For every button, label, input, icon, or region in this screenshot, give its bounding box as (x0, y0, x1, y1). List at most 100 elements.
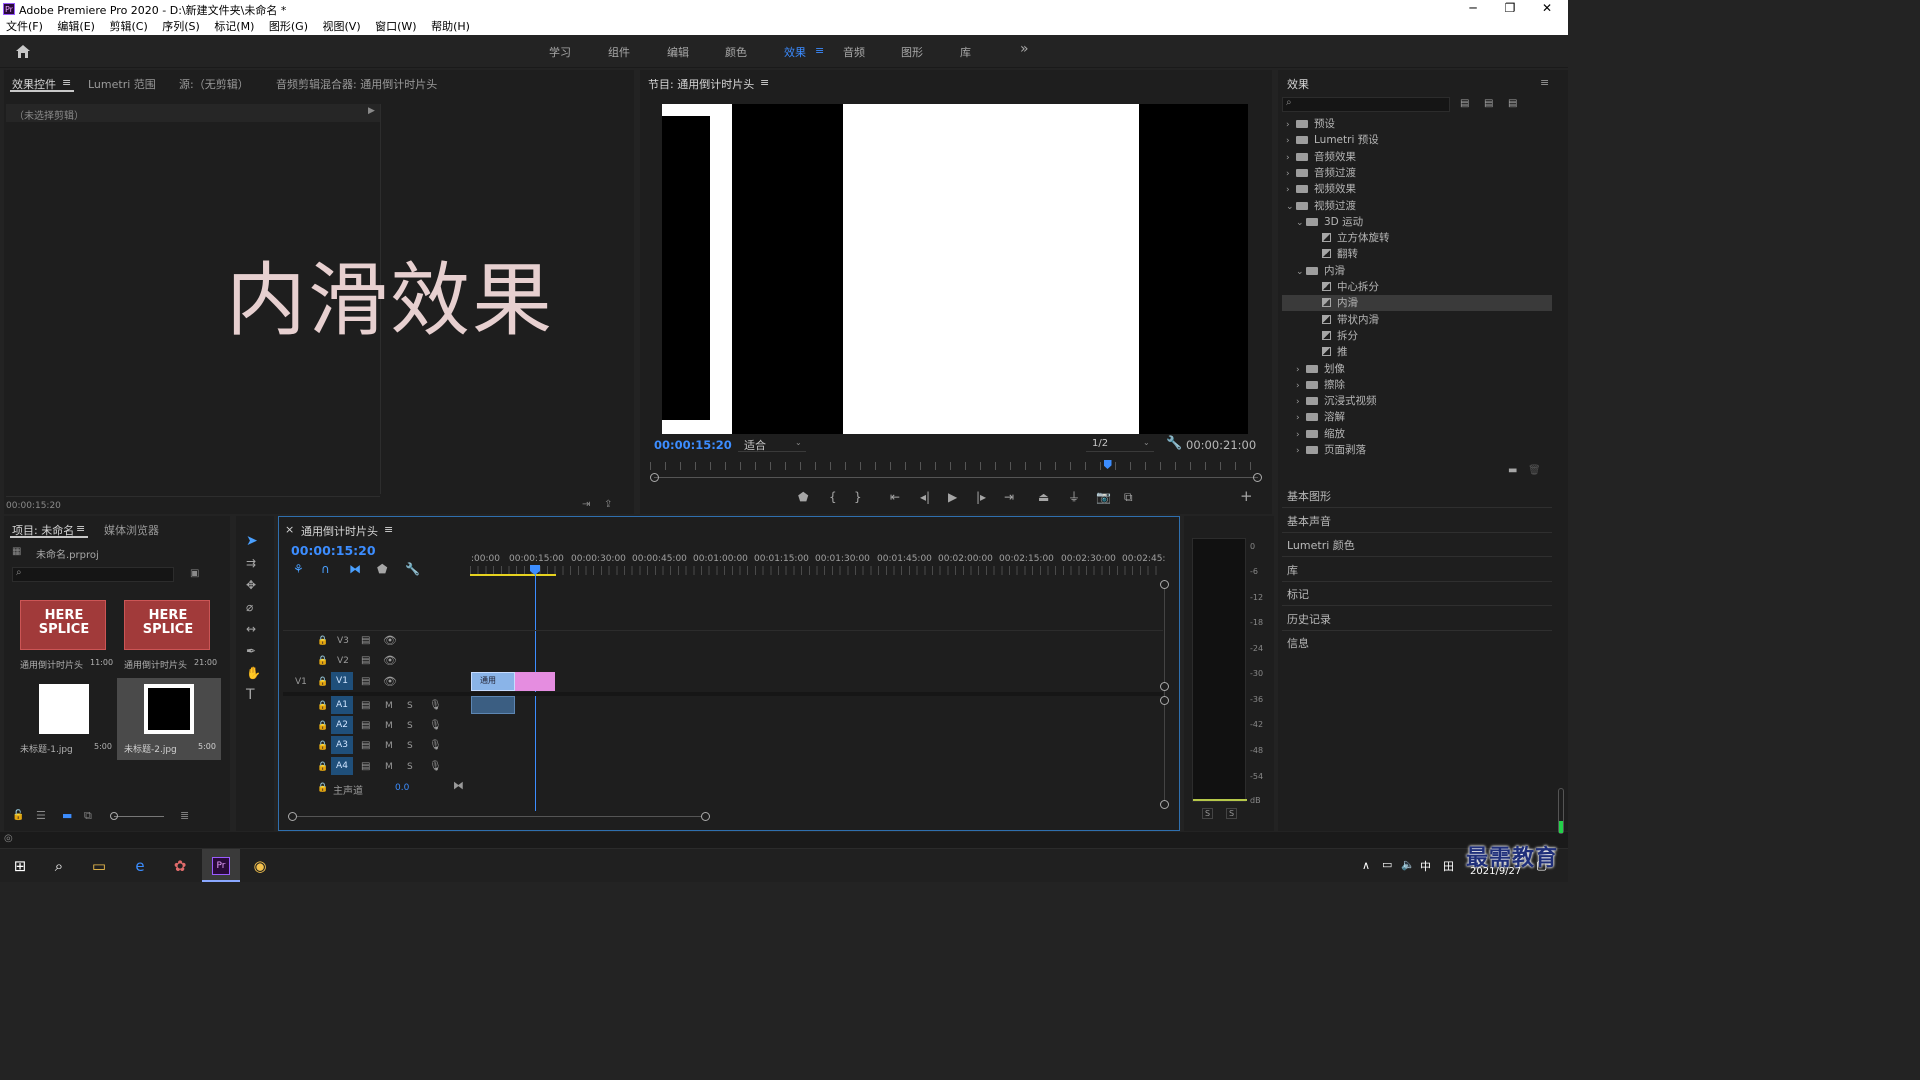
chevron-right-icon[interactable]: › (1296, 427, 1306, 443)
chrome-browser-icon[interactable]: ◉ (250, 856, 270, 876)
effect-item[interactable]: 翻转 (1282, 246, 1552, 262)
timeline-sequence-tab[interactable]: 通用倒计时片头 (301, 523, 378, 539)
effect-item[interactable]: 带状内滑 (1282, 312, 1552, 328)
workspace-libraries[interactable]: 库 (960, 44, 971, 60)
file-explorer-icon[interactable]: ▭ (89, 856, 109, 876)
chevron-right-icon[interactable]: › (1286, 133, 1296, 149)
volume-icon[interactable]: 🔈 (1401, 858, 1415, 871)
wrench-icon[interactable]: 🔧 (1166, 436, 1182, 451)
delete-icon[interactable]: 🗑 (1528, 464, 1541, 478)
paint-app-icon[interactable]: ✿ (170, 856, 190, 876)
fit-dropdown[interactable]: 适合 ⌄ (738, 436, 806, 452)
chevron-right-icon[interactable]: › (1286, 117, 1296, 133)
microphone-icon[interactable]: 🎙 (429, 761, 442, 772)
search-icon[interactable]: ⌕ (49, 856, 69, 876)
new-bin-icon[interactable]: ▬ (1508, 464, 1517, 478)
premiere-taskbar-button[interactable]: Pr (202, 849, 240, 882)
zoom-bar[interactable] (654, 477, 1258, 478)
go-to-out-icon[interactable]: ⇥ (1004, 490, 1014, 504)
panel-essential-graphics[interactable]: 基本图形 (1287, 488, 1331, 504)
home-icon[interactable] (15, 44, 31, 59)
workspace-assembly[interactable]: 组件 (608, 44, 630, 60)
effect-item[interactable]: 推 (1282, 344, 1552, 360)
chevron-right-icon[interactable]: › (1286, 150, 1296, 166)
selection-tool-icon[interactable]: ➤ (246, 534, 258, 548)
program-menu-icon[interactable]: ≡ (760, 76, 769, 89)
work-area-bar[interactable] (470, 574, 556, 576)
razor-tool-icon[interactable]: ⌀ (246, 600, 253, 614)
tab-menu-icon[interactable]: ≡ (62, 76, 71, 89)
video-clip[interactable]: 通用 (471, 672, 515, 691)
panel-markers[interactable]: 标记 (1287, 586, 1309, 602)
minimize-button[interactable]: ─ (1458, 1, 1488, 15)
effect-item[interactable]: 中心拆分 (1282, 279, 1552, 295)
effect-folder[interactable]: ⌄ 视频过渡 (1282, 198, 1552, 214)
export-frame-icon[interactable]: 📷 (1096, 490, 1111, 504)
sync-lock-icon[interactable]: ▤ (361, 740, 370, 751)
edge-browser-icon[interactable]: e (130, 856, 150, 876)
step-forward-icon[interactable]: |▸ (976, 490, 986, 504)
track-lock-icon[interactable]: 🔒 (317, 656, 328, 666)
horizontal-scrollbar[interactable] (292, 816, 706, 817)
solo-button[interactable]: S (407, 762, 413, 772)
ripple-edit-tool-icon[interactable]: ✥ (246, 578, 256, 592)
chevron-right-icon[interactable]: › (1286, 166, 1296, 182)
microphone-icon[interactable]: 🎙 (429, 700, 442, 711)
project-item-selected[interactable]: 未标题-2.jpg 5:00 (117, 678, 221, 760)
project-item[interactable]: HERE SPLICE 通用倒计时片头 11:00 (16, 596, 113, 680)
effects-menu-icon[interactable]: ≡ (1540, 76, 1549, 89)
snap-icon[interactable]: ∩ (321, 562, 330, 576)
track-lock-icon[interactable]: 🔒 (317, 701, 328, 711)
step-back-icon[interactable]: ◂| (920, 490, 930, 504)
effect-folder[interactable]: › 视频效果 (1282, 181, 1552, 197)
menu-file[interactable]: 文件(F) (6, 18, 43, 35)
project-item[interactable]: 未标题-1.jpg 5:00 (16, 680, 112, 760)
freeform-view-icon[interactable]: ⧉ (84, 809, 92, 823)
scroll-handle[interactable] (1160, 580, 1169, 589)
effect-folder[interactable]: › 划像 (1282, 361, 1552, 377)
sync-lock-icon[interactable]: ▤ (361, 700, 370, 711)
tab-audio-clip-mixer[interactable]: 音频剪辑混合器: 通用倒计时片头 (276, 76, 437, 92)
timeline-settings-wrench-icon[interactable]: 🔧 (405, 562, 420, 576)
tab-source[interactable]: 源:（无剪辑） (179, 76, 249, 92)
go-to-end-icon[interactable]: ⧓ (453, 779, 464, 792)
scrub-ruler[interactable] (650, 462, 1260, 470)
mute-button[interactable]: M (385, 721, 393, 731)
hand-tool-icon[interactable]: ✋ (246, 666, 261, 680)
go-to-in-icon[interactable]: ⇤ (890, 490, 900, 504)
tray-expand-icon[interactable]: ∧ (1362, 859, 1370, 872)
export-icon[interactable]: ⇪ (604, 499, 612, 510)
workspace-learn[interactable]: 学习 (549, 44, 571, 60)
track-lock-icon[interactable]: 🔒 (317, 721, 328, 731)
program-timecode[interactable]: 00:00:15:20 (654, 438, 732, 452)
track-lock-icon[interactable]: 🔒 (317, 636, 328, 646)
solo-left-button[interactable]: S (1202, 808, 1214, 819)
effect-folder[interactable]: › 沉浸式视频 (1282, 393, 1552, 409)
play-icon[interactable]: ▶ (948, 490, 957, 504)
mark-out-icon[interactable]: } (854, 490, 862, 504)
track-lock-icon[interactable]: 🔒 (317, 783, 328, 793)
list-view-icon[interactable]: ☰ (36, 809, 46, 822)
scroll-handle[interactable] (1160, 696, 1169, 705)
zoom-slider[interactable] (114, 816, 164, 817)
panel-lumetri-color[interactable]: Lumetri 颜色 (1287, 537, 1355, 553)
workspace-effects[interactable]: 效果 (784, 44, 806, 60)
track-target-a2[interactable]: A2 (331, 716, 353, 734)
chevron-right-icon[interactable]: › (1296, 378, 1306, 394)
sync-lock-icon[interactable]: ▤ (361, 720, 370, 731)
lift-icon[interactable]: ⏏ (1038, 490, 1049, 504)
filter-icon[interactable]: ⇥ (582, 499, 590, 510)
eye-icon[interactable]: 👁 (383, 675, 397, 688)
extract-icon[interactable]: ⏚ (1068, 490, 1080, 504)
solo-button[interactable]: S (407, 721, 413, 731)
ime-indicator[interactable]: 中 (1420, 858, 1431, 874)
mute-button[interactable]: M (385, 741, 393, 751)
zoom-handle-left[interactable] (650, 473, 659, 482)
menu-graphics[interactable]: 图形(G) (269, 18, 308, 35)
track-label[interactable]: V2 (337, 656, 349, 666)
workspace-editing[interactable]: 编辑 (667, 44, 689, 60)
type-tool-icon[interactable]: T (246, 688, 255, 702)
effect-folder[interactable]: › 缩放 (1282, 426, 1552, 442)
accelerated-effects-icon[interactable]: ▤ (1460, 97, 1469, 111)
effect-folder[interactable]: › 溶解 (1282, 409, 1552, 425)
